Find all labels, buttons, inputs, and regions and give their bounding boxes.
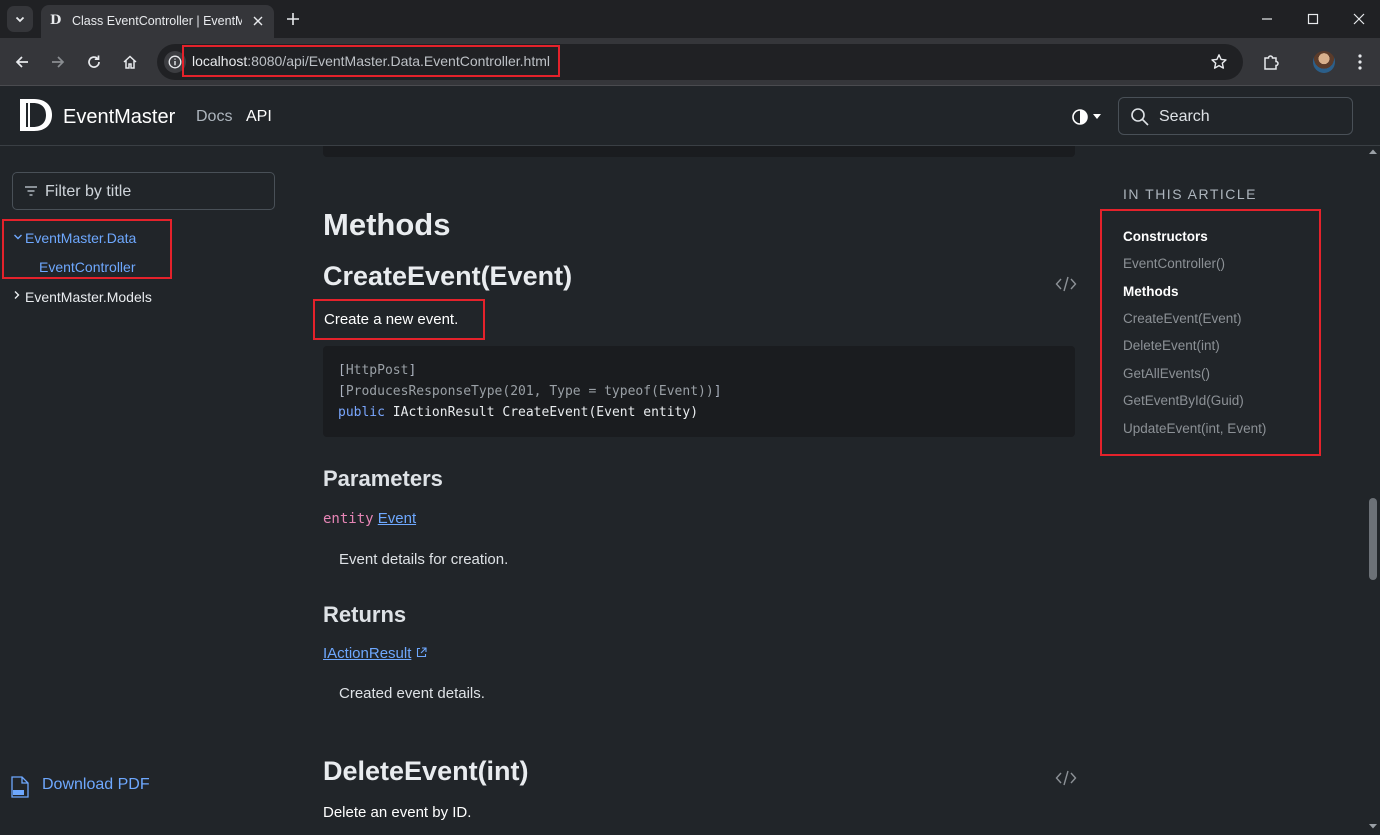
download-pdf-link[interactable]: Download PDF [11, 775, 150, 799]
contrast-icon [1072, 109, 1088, 125]
code-signature: IActionResult CreateEvent(Event entity) [384, 405, 699, 420]
code-line-2: [ProducesResponseType(201, Type = typeof… [338, 384, 722, 399]
filter-icon [25, 186, 37, 196]
create-event-code-block: [HttpPost] [ProducesResponseType(201, Ty… [323, 346, 1075, 437]
delete-event-summary: Delete an event by ID. [323, 804, 472, 821]
browser-toolbar: localhost:8080/api/EventMaster.Data.Even… [0, 38, 1380, 86]
delete-event-heading: DeleteEvent(int) [323, 756, 529, 786]
chevron-down-icon [15, 16, 25, 23]
close-icon [1353, 13, 1365, 25]
methods-heading: Methods [323, 207, 451, 242]
code-line-1: [HttpPost] [338, 363, 417, 378]
pdf-file-icon [11, 776, 29, 798]
toc-namespace-models[interactable]: EventMaster.Models [25, 289, 152, 305]
filter-placeholder: Filter by title [45, 183, 132, 200]
profile-avatar[interactable] [1313, 51, 1335, 73]
search-placeholder: Search [1159, 108, 1210, 125]
bookmark-star-icon[interactable] [1209, 52, 1229, 72]
scroll-down-arrow-icon[interactable] [1369, 822, 1377, 830]
download-pdf-label: Download PDF [42, 776, 150, 793]
search-icon [1131, 108, 1149, 126]
ita-event-controller-ctor[interactable]: EventController() [1123, 256, 1225, 271]
code-attr-httppost: HttpPost [345, 363, 409, 378]
view-source-icon[interactable] [1055, 769, 1077, 787]
reload-button[interactable] [82, 50, 106, 74]
reload-icon [88, 55, 100, 68]
chevron-down-icon[interactable] [13, 232, 23, 242]
parameters-heading: Parameters [323, 466, 443, 491]
filter-by-title-input[interactable]: Filter by title [12, 172, 275, 210]
maximize-button[interactable] [1302, 8, 1324, 30]
puzzle-icon [1264, 55, 1279, 70]
toc-namespace-data[interactable]: EventMaster.Data [25, 230, 136, 246]
nav-api-link[interactable]: API [246, 108, 272, 126]
scrollbar-thumb[interactable] [1369, 498, 1377, 580]
maximize-icon [1307, 13, 1319, 25]
external-link-icon [416, 647, 427, 658]
url-path: :8080/api/EventMaster.Data.EventControll… [247, 53, 550, 69]
code-attr-produces: ProducesResponseType(201, Type = typeof(… [345, 384, 714, 399]
in-this-article-title: IN THIS ARTICLE [1123, 186, 1258, 202]
in-this-article-nav: Constructors EventController() Methods C… [1100, 209, 1321, 456]
new-tab-button[interactable] [282, 8, 304, 30]
tab-strip: D Class EventController | EventMa [0, 0, 1380, 38]
view-source-icon[interactable] [1055, 275, 1077, 293]
arrow-right-icon [52, 56, 65, 68]
returns-description: Created event details. [339, 685, 485, 702]
ita-get-event-by-id[interactable]: GetEventById(Guid) [1123, 393, 1244, 408]
browser-window: D Class EventController | EventMa localh… [0, 0, 1380, 835]
minimize-button[interactable] [1256, 8, 1278, 30]
page-scrollbar[interactable] [1366, 146, 1380, 835]
caret-down-icon [1093, 114, 1101, 119]
docfx-logo-icon[interactable] [17, 97, 55, 133]
browser-menu-button[interactable] [1350, 50, 1370, 74]
close-window-button[interactable] [1348, 8, 1370, 30]
url-text[interactable]: localhost:8080/api/EventMaster.Data.Even… [182, 45, 560, 77]
info-icon [168, 55, 182, 69]
ita-methods[interactable]: Methods [1123, 284, 1179, 299]
toc-event-controller[interactable]: EventController [39, 259, 136, 275]
returns-heading: Returns [323, 602, 407, 627]
ita-delete-event[interactable]: DeleteEvent(int) [1123, 338, 1220, 353]
close-tab-icon[interactable] [250, 13, 266, 29]
parameter-entity: entity Event [323, 510, 416, 527]
code-line-3: public IActionResult CreateEvent(Event e… [338, 405, 698, 420]
param-name: entity [323, 511, 374, 527]
create-event-summary: Create a new event. [313, 299, 485, 340]
create-event-heading: CreateEvent(Event) [323, 261, 573, 291]
docfx-favicon-icon: D [50, 13, 62, 28]
site-brand[interactable]: EventMaster [63, 106, 175, 129]
extensions-button[interactable] [1259, 50, 1283, 74]
active-tab[interactable]: D Class EventController | EventMa [41, 5, 274, 38]
returns-type: IActionResult [323, 645, 427, 662]
create-event-summary-text: Create a new event. [324, 311, 459, 328]
ita-constructors[interactable]: Constructors [1123, 229, 1208, 244]
search-box[interactable]: Search [1118, 97, 1353, 135]
code-keyword-public: public [338, 405, 385, 420]
ita-get-all-events[interactable]: GetAllEvents() [1123, 366, 1210, 381]
ita-create-event[interactable]: CreateEvent(Event) [1123, 311, 1242, 326]
tab-title: Class EventController | EventMa [72, 14, 242, 28]
scroll-up-arrow-icon[interactable] [1369, 148, 1377, 156]
back-button[interactable] [10, 50, 34, 74]
home-icon [123, 55, 137, 69]
tab-search-button[interactable] [7, 6, 33, 32]
forward-button[interactable] [46, 50, 70, 74]
previous-code-block [323, 146, 1075, 157]
chevron-right-icon[interactable] [12, 290, 22, 300]
more-vertical-icon [1358, 54, 1362, 70]
theme-toggle-button[interactable] [1071, 106, 1109, 128]
arrow-left-icon [15, 56, 28, 68]
plus-icon [287, 13, 299, 25]
site-header: EventMaster Docs API Search [0, 86, 1380, 146]
param-description: Event details for creation. [339, 551, 509, 568]
returns-type-link[interactable]: IActionResult [323, 645, 411, 662]
param-type-link[interactable]: Event [378, 510, 416, 527]
url-host: localhost [192, 53, 248, 69]
ita-update-event[interactable]: UpdateEvent(int, Event) [1123, 421, 1266, 436]
nav-docs-link[interactable]: Docs [196, 108, 232, 126]
address-bar[interactable]: localhost:8080/api/EventMaster.Data.Even… [157, 44, 1243, 80]
home-button[interactable] [118, 50, 142, 74]
minimize-icon [1262, 18, 1272, 20]
